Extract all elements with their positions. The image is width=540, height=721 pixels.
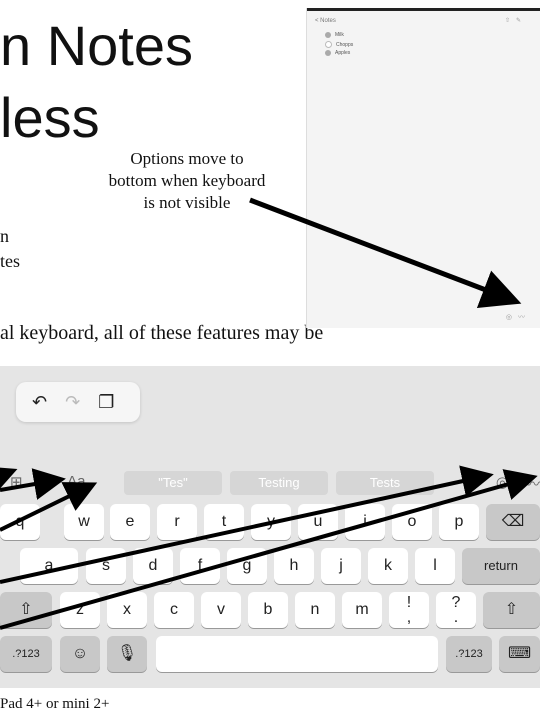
shortcut-bar: ⊞ ⊘ Aa "Tes" Testing Tests ◎ 〰 <box>0 468 540 502</box>
key-sub-char: . <box>453 609 459 626</box>
list-item: Apples <box>325 50 350 56</box>
key-y[interactable]: y <box>251 504 291 540</box>
key-h[interactable]: h <box>274 548 314 584</box>
camera-icon[interactable]: ◎ <box>496 473 509 494</box>
sketch-icon[interactable]: 〰 <box>525 473 540 494</box>
key-s[interactable]: s <box>86 548 126 584</box>
checklist-circle-icon[interactable] <box>325 32 331 38</box>
key-g[interactable]: g <box>227 548 267 584</box>
sketch-icon[interactable]: 〰 <box>518 314 531 321</box>
key-p[interactable]: p <box>439 504 479 540</box>
emoji-icon: ☺ <box>71 645 89 662</box>
compose-icon[interactable]: ✎ <box>516 18 527 24</box>
space-bar[interactable] <box>156 636 438 672</box>
list-item-label: Milk <box>335 32 344 38</box>
bottom-toolbar-icons: ◎〰 <box>506 312 531 322</box>
undo-redo-popover: ↶ ↷ ❐ <box>16 382 140 422</box>
delete-icon: ⌫ <box>501 513 525 530</box>
table-icon[interactable]: ⊞ <box>10 473 23 491</box>
key-o[interactable]: o <box>392 504 432 540</box>
key-x[interactable]: x <box>107 592 147 628</box>
toolbar-icons: ⇧✎ <box>505 17 527 24</box>
status-bar <box>307 8 540 11</box>
key-main-char: ? <box>451 594 461 611</box>
key-c[interactable]: c <box>154 592 194 628</box>
shift-icon: ⇧ <box>19 601 33 618</box>
list-item-label: Apples <box>335 50 351 56</box>
share-icon[interactable]: ⇧ <box>505 18 516 24</box>
microphone-icon: 🎙 <box>116 645 138 662</box>
key-d[interactable]: d <box>133 548 173 584</box>
key-e[interactable]: e <box>110 504 150 540</box>
dictation-key[interactable]: 🎙 <box>107 636 147 672</box>
key-l[interactable]: l <box>415 548 455 584</box>
slide-title-line-2: less <box>0 86 100 149</box>
ipad-keyboard-screenshot: ↶ ↷ ❐ ⊞ ⊘ Aa "Tes" Testing Tests ◎ 〰 q w… <box>0 366 540 688</box>
key-r[interactable]: r <box>157 504 197 540</box>
delete-key[interactable]: ⌫ <box>486 504 540 540</box>
key-i[interactable]: i <box>345 504 385 540</box>
redo-icon[interactable]: ↷ <box>65 392 80 413</box>
key-b[interactable]: b <box>248 592 288 628</box>
key-a[interactable]: a <box>20 548 78 584</box>
return-key[interactable]: return <box>462 548 540 584</box>
shift-key-right[interactable]: ⇧ <box>483 592 540 628</box>
list-item-label: Chopps <box>336 41 354 48</box>
list-item: Milk <box>325 32 344 38</box>
key-j[interactable]: j <box>321 548 361 584</box>
bullet-fragment-1: n <box>0 226 9 246</box>
checklist-circle-icon[interactable] <box>325 41 332 48</box>
list-item: Chopps <box>325 41 353 48</box>
suggestion-2[interactable]: Testing <box>230 471 328 495</box>
shift-icon: ⇧ <box>504 601 519 618</box>
key-k[interactable]: k <box>368 548 408 584</box>
key-f[interactable]: f <box>180 548 220 584</box>
key-z[interactable]: z <box>60 592 100 628</box>
key-m[interactable]: m <box>342 592 382 628</box>
suggestion-1[interactable]: "Tes" <box>124 471 222 495</box>
key-n[interactable]: n <box>295 592 335 628</box>
suggestion-3[interactable]: Tests <box>336 471 434 495</box>
callout-text: Options move to bottom when keyboard is … <box>108 149 266 212</box>
shift-key-left[interactable]: ⇧ <box>0 592 52 628</box>
slide-title-line-1: n Notes <box>0 14 193 77</box>
key-q[interactable]: q <box>0 504 40 540</box>
numbers-key-left[interactable]: .?123 <box>0 636 52 672</box>
camera-icon[interactable]: ◎ <box>506 314 518 321</box>
key-question[interactable]: ? . <box>436 592 476 628</box>
key-main-char: ! <box>406 594 412 611</box>
bullet-fragment-2: tes <box>0 251 20 271</box>
numbers-key-right[interactable]: .?123 <box>446 636 492 672</box>
body-text-line: al keyboard, all of these features may b… <box>0 322 324 344</box>
checklist-icon[interactable]: ⊘ <box>39 473 52 491</box>
key-w[interactable]: w <box>64 504 104 540</box>
key-u[interactable]: u <box>298 504 338 540</box>
checklist-circle-icon[interactable] <box>325 50 331 56</box>
caption: Pad 4+ or mini 2+ <box>0 696 110 712</box>
key-sub-char: , <box>406 609 412 626</box>
emoji-key[interactable]: ☺ <box>60 636 100 672</box>
back-button[interactable]: < Notes <box>315 18 336 24</box>
undo-icon[interactable]: ↶ <box>32 392 47 413</box>
ipad-notes-screenshot: < Notes ⇧✎ Milk Chopps Apples ◎〰 <box>306 8 540 328</box>
dismiss-keyboard-key[interactable]: ⌨ <box>499 636 540 672</box>
keyboard-dismiss-icon: ⌨ <box>507 645 532 662</box>
key-t[interactable]: t <box>204 504 244 540</box>
key-v[interactable]: v <box>201 592 241 628</box>
paste-icon[interactable]: ❐ <box>98 392 114 413</box>
key-exclamation[interactable]: ! , <box>389 592 429 628</box>
format-icon[interactable]: Aa <box>67 473 85 491</box>
